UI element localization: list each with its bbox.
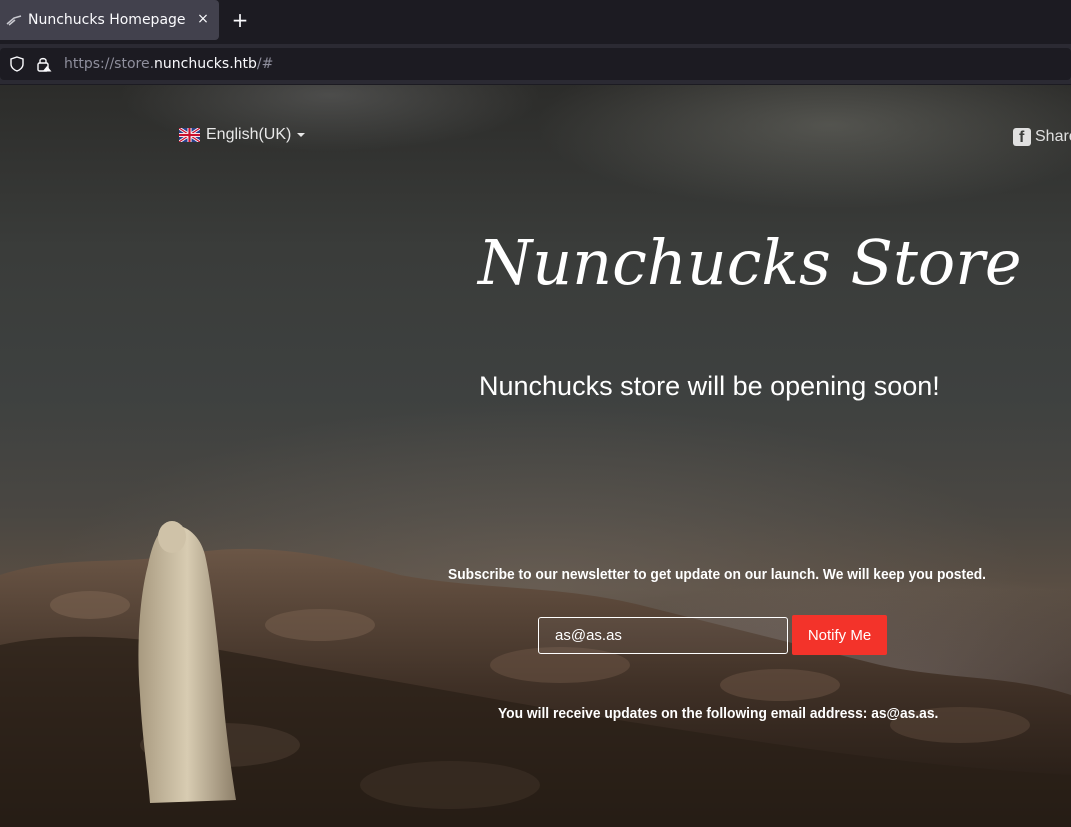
notify-me-button[interactable]: Notify Me: [792, 615, 887, 655]
nunchuck-favicon-icon: [6, 15, 22, 26]
lock-warning-icon[interactable]: [36, 56, 54, 72]
active-tab[interactable]: Nunchucks Homepage ×: [0, 0, 219, 40]
tab-bar: Nunchucks Homepage × +: [0, 0, 1071, 44]
subscription-confirmation: You will receive updates on the followin…: [498, 705, 939, 722]
newsletter-prompt: Subscribe to our newsletter to get updat…: [448, 566, 987, 583]
page-background: English(UK) f Share Nunchucks Store Nunc…: [0, 85, 1071, 827]
language-label: English(UK): [206, 126, 292, 143]
tab-title: Nunchucks Homepage: [28, 12, 186, 28]
email-field[interactable]: [538, 617, 788, 654]
page-title: Nunchucks Store: [478, 226, 1022, 299]
shield-icon[interactable]: [9, 56, 25, 72]
navigation-bar: https://store.nunchucks.htb/#: [0, 44, 1071, 84]
language-selector[interactable]: English(UK): [179, 126, 306, 144]
tab-close-icon[interactable]: ×: [194, 10, 212, 28]
facebook-share-link[interactable]: f Share: [1013, 128, 1071, 146]
url-text[interactable]: https://store.nunchucks.htb/#: [64, 56, 273, 72]
facebook-icon: f: [1013, 128, 1031, 146]
new-tab-button[interactable]: +: [230, 10, 250, 30]
page-subtitle: Nunchucks store will be opening soon!: [479, 371, 940, 401]
url-host: nunchucks.htb: [154, 56, 257, 72]
uk-flag-icon: [179, 128, 200, 142]
url-suffix: /#: [256, 56, 274, 72]
url-prefix: https://store.: [64, 56, 155, 72]
caret-down-icon: [297, 133, 306, 137]
share-label: Share: [1035, 128, 1071, 145]
url-bar[interactable]: https://store.nunchucks.htb/#: [0, 48, 1071, 80]
